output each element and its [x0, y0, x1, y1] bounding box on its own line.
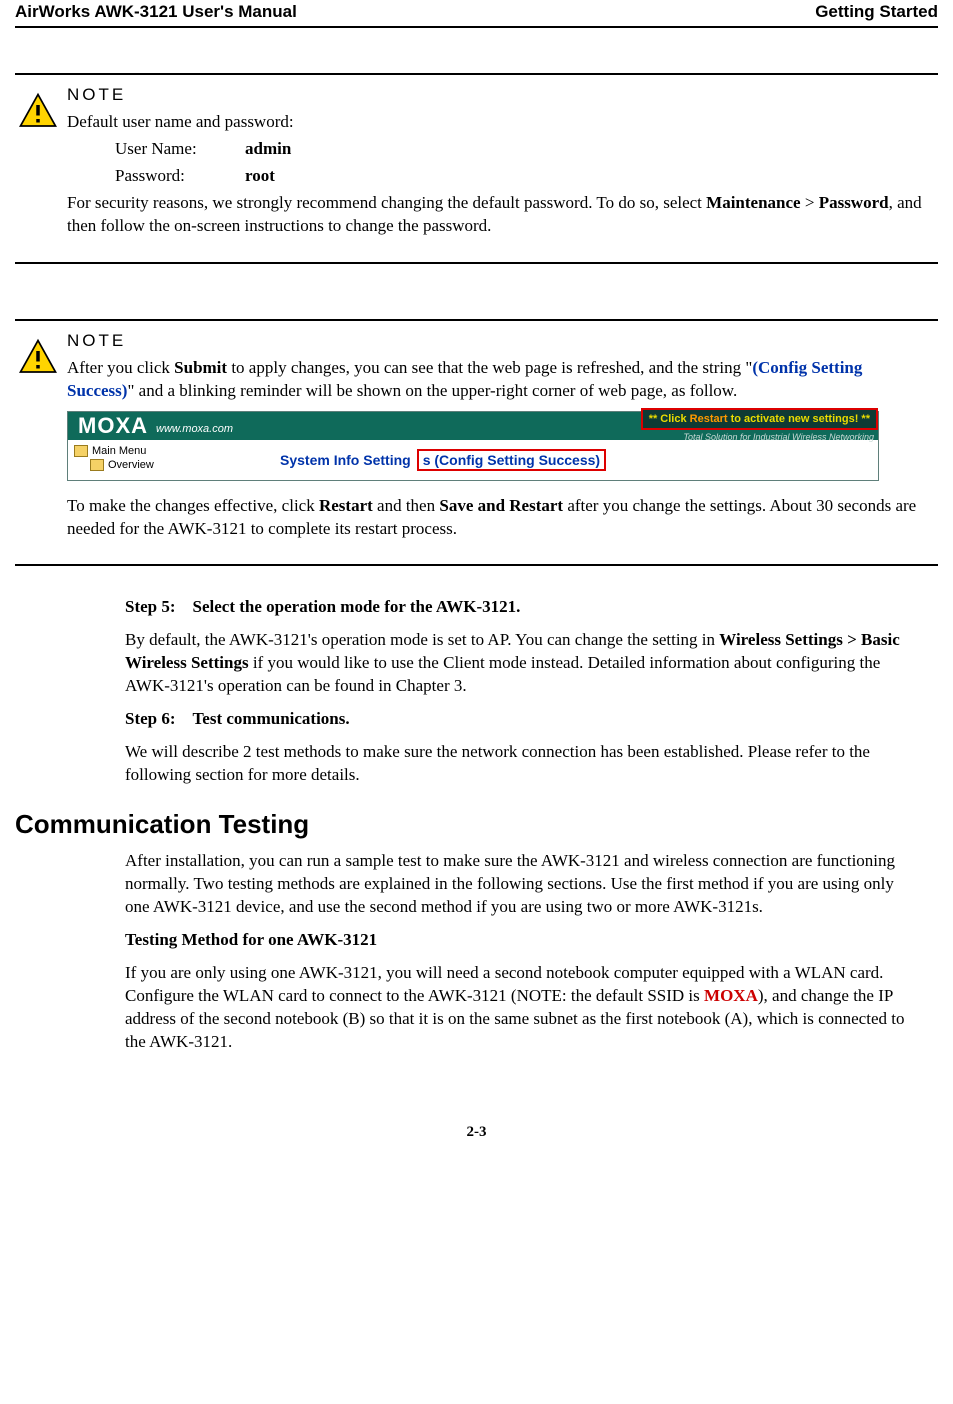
text: to activate new settings! **: [728, 413, 870, 425]
credentials-intro: Default user name and password:: [67, 111, 928, 134]
header-right: Getting Started: [815, 2, 938, 22]
menu-overview: Overview: [74, 458, 264, 472]
comm-body: After installation, you can run a sample…: [15, 850, 938, 1054]
text: >: [801, 193, 819, 212]
step6-para: We will describe 2 test methods to make …: [125, 741, 918, 787]
moxa-header-bar: MOXA www.moxa.com ** Click Restart to ac…: [68, 412, 878, 440]
page-header: AirWorks AWK-3121 User's Manual Getting …: [15, 0, 938, 28]
moxa-url: www.moxa.com: [156, 423, 233, 435]
step5-para: By default, the AWK-3121's operation mod…: [125, 629, 918, 698]
step6-text: Test communications.: [193, 709, 350, 728]
page-number: 2-3: [15, 1124, 938, 1141]
menu-overview-label: Overview: [108, 459, 154, 471]
step6-heading: Step 6: Test communications.: [125, 708, 918, 731]
testing-method-one-para: If you are only using one AWK-3121, you …: [125, 962, 918, 1054]
password-label: Password:: [115, 165, 245, 188]
default-ssid: MOXA: [704, 986, 758, 1005]
comm-intro: After installation, you can run a sample…: [125, 850, 918, 919]
warning-icon: [17, 337, 59, 379]
note-block-submit: NOTE After you click Submit to apply cha…: [15, 319, 938, 567]
folder-icon: [74, 445, 88, 457]
sysinfo-heading: System Info Setting s (Config Setting Suc…: [270, 440, 878, 480]
note-label: NOTE: [67, 85, 928, 105]
username-value: admin: [245, 138, 291, 161]
main-body: Step 5: Select the operation mode for th…: [15, 596, 938, 787]
menu-main: Main Menu: [74, 444, 264, 458]
username-label: User Name:: [115, 138, 245, 161]
config-success-highlight: s (Config Setting Success): [417, 449, 606, 471]
warning-icon: [17, 91, 59, 133]
text: For security reasons, we strongly recomm…: [67, 193, 706, 212]
text: " and a blinking reminder will be shown …: [127, 381, 737, 400]
sysinfo-pre: System Info Setting: [280, 452, 411, 468]
embedded-screenshot: MOXA www.moxa.com ** Click Restart to ac…: [67, 411, 879, 481]
step5-label: Step 5:: [125, 597, 176, 616]
restart-explain: To make the changes effective, click Res…: [67, 495, 928, 541]
password-value: root: [245, 165, 275, 188]
step5-text: Select the operation mode for the AWK-31…: [193, 597, 521, 616]
restart-callout: ** Click Restart to activate new setting…: [641, 408, 878, 430]
submit-label: Submit: [174, 358, 227, 377]
text: to apply changes, you can see that the w…: [227, 358, 752, 377]
menu-column: Main Menu Overview: [68, 440, 270, 480]
restart-label: Restart: [319, 496, 373, 515]
text: To make the changes effective, click: [67, 496, 319, 515]
testing-method-one-heading: Testing Method for one AWK-3121: [125, 929, 918, 952]
moxa-logo: MOXA: [78, 413, 148, 439]
note-block-credentials: NOTE Default user name and password: Use…: [15, 73, 938, 264]
text: After you click: [67, 358, 174, 377]
menu-main-label: Main Menu: [92, 445, 146, 457]
config-success-text: (Config Setting Success): [430, 452, 600, 468]
section-heading-communication-testing: Communication Testing: [15, 809, 938, 840]
text: By default, the AWK-3121's operation mod…: [125, 630, 719, 649]
moxa-tagline: Total Solution for Industrial Wireless N…: [683, 432, 878, 442]
maintenance-label: Maintenance: [706, 193, 800, 212]
header-left: AirWorks AWK-3121 User's Manual: [15, 2, 297, 22]
text: ** Click: [649, 413, 690, 425]
step6-label: Step 6:: [125, 709, 176, 728]
folder-icon: [90, 459, 104, 471]
credentials-advice: For security reasons, we strongly recomm…: [67, 192, 928, 238]
restart-word: Restart: [690, 413, 728, 425]
text: and then: [373, 496, 440, 515]
note-label: NOTE: [67, 331, 928, 351]
submit-explain: After you click Submit to apply changes,…: [67, 357, 928, 403]
password-menu-label: Password: [819, 193, 889, 212]
save-restart-label: Save and Restart: [439, 496, 563, 515]
step5-heading: Step 5: Select the operation mode for th…: [125, 596, 918, 619]
